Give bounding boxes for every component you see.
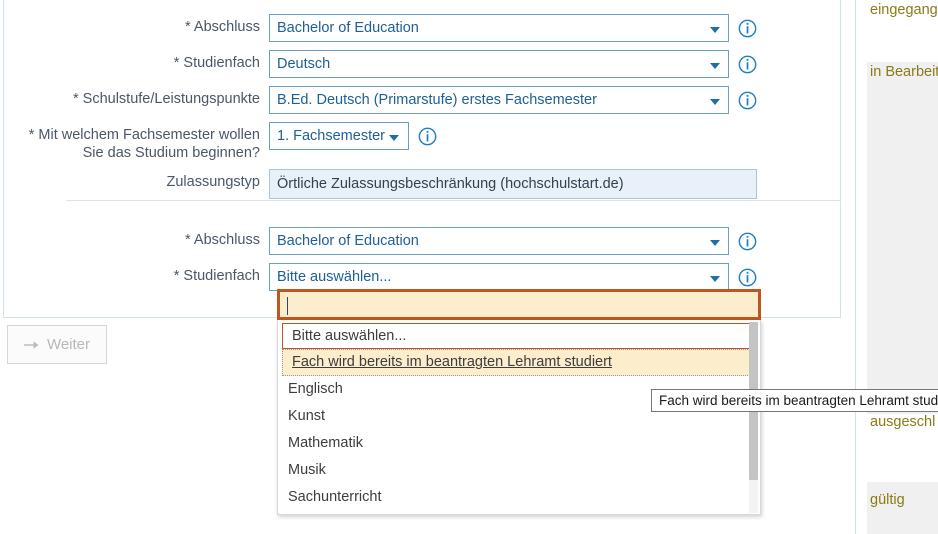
info-icon[interactable]	[418, 127, 437, 146]
study-program-form-panel: * Abschluss Bachelor of Education * Stud…	[3, 0, 841, 318]
select-studienfach-2-value: Bitte auswählen...	[277, 269, 392, 285]
label-fachsemester: * Mit welchem Fachsemester wollen Sie da…	[28, 127, 260, 161]
arrow-right-icon	[23, 340, 39, 349]
label-zulassungstyp: Zulassungstyp	[166, 174, 261, 190]
label-abschluss-2: * Abschluss	[185, 232, 260, 248]
section-divider	[66, 200, 841, 201]
status-legend-column: eingegang in Bearbeit ausgeschl gültig	[855, 0, 938, 534]
label-studienfach-2: * Studienfach	[173, 268, 260, 284]
select-schulstufe-value: B.Ed. Deutsch (Primarstufe) erstes Fachs…	[277, 92, 597, 108]
status-badge: eingegang	[870, 2, 938, 18]
form-row-fachsemester: * Mit welchem Fachsemester wollen Sie da…	[4, 122, 437, 162]
readonly-zulassungstyp: Örtliche Zulassungsbeschränkung (hochsch…	[269, 169, 757, 199]
status-badge: ausgeschl	[870, 414, 936, 430]
select-abschluss-2[interactable]: Bachelor of Education	[269, 227, 729, 255]
chevron-down-icon	[710, 276, 720, 282]
list-item[interactable]: Fach wird bereits im beantragten Lehramt…	[282, 349, 756, 376]
label-schulstufe: * Schulstufe/Leistungspunkte	[72, 91, 260, 107]
weiter-button-label: Weiter	[46, 336, 91, 353]
chevron-down-icon	[710, 27, 720, 33]
info-icon[interactable]	[738, 19, 757, 38]
select-abschluss-2-value: Bachelor of Education	[277, 233, 419, 249]
control-zulassungstyp: Örtliche Zulassungsbeschränkung (hochsch…	[269, 169, 757, 199]
form-row-studienfach-2: * Studienfach Bitte auswählen...	[4, 263, 757, 291]
weiter-button[interactable]: Weiter	[7, 325, 107, 364]
application-screen: * Abschluss Bachelor of Education * Stud…	[0, 0, 938, 534]
chevron-down-icon	[710, 63, 720, 69]
select-abschluss-1-value: Bachelor of Education	[277, 20, 419, 36]
info-icon[interactable]	[738, 91, 757, 110]
label-abschluss-1: * Abschluss	[185, 19, 260, 35]
select-fachsemester-value: 1. Fachsemester	[277, 128, 385, 144]
control-fachsemester: 1. Fachsemester	[269, 122, 437, 150]
select-abschluss-1[interactable]: Bachelor of Education	[269, 14, 729, 42]
list-item[interactable]: Mathematik	[278, 430, 760, 457]
control-studienfach-1: Deutsch	[269, 50, 757, 78]
chevron-down-icon	[389, 135, 399, 141]
list-item[interactable]: Sachunterricht	[278, 484, 760, 511]
form-row-zulassungstyp: Zulassungstyp Örtliche Zulassungsbeschrä…	[4, 169, 757, 199]
info-icon[interactable]	[738, 55, 757, 74]
combobox-scrollbar[interactable]	[749, 322, 758, 513]
form-row-abschluss-2: * Abschluss Bachelor of Education	[4, 227, 757, 255]
status-badge: gültig	[870, 492, 905, 508]
list-item[interactable]: Musik	[278, 457, 760, 484]
form-row-schulstufe: * Schulstufe/Leistungspunkte B.Ed. Deuts…	[4, 86, 757, 114]
status-shade-block-1	[867, 62, 938, 414]
form-row-abschluss-1: * Abschluss Bachelor of Education	[4, 14, 757, 42]
combobox-option-list[interactable]: Bitte auswählen... Fach wird bereits im …	[277, 320, 761, 515]
combobox-search-input[interactable]	[277, 289, 761, 320]
chevron-down-icon	[710, 99, 720, 105]
select-fachsemester[interactable]: 1. Fachsemester	[269, 122, 409, 150]
label-studienfach-1: * Studienfach	[173, 55, 260, 71]
info-icon[interactable]	[738, 268, 757, 287]
control-schulstufe: B.Ed. Deutsch (Primarstufe) erstes Fachs…	[269, 86, 757, 114]
status-badge: in Bearbeit	[870, 64, 938, 80]
select-studienfach-1-value: Deutsch	[277, 56, 331, 72]
option-tooltip: Fach wird bereits im beantragten Lehramt…	[651, 389, 938, 412]
chevron-down-icon	[710, 240, 720, 246]
list-item[interactable]: Bitte auswählen...	[282, 323, 756, 349]
status-shade-block-2	[867, 482, 938, 534]
control-studienfach-2: Bitte auswählen...	[269, 263, 757, 291]
select-schulstufe[interactable]: B.Ed. Deutsch (Primarstufe) erstes Fachs…	[269, 86, 729, 114]
control-abschluss-1: Bachelor of Education	[269, 14, 757, 42]
select-studienfach-1[interactable]: Deutsch	[269, 50, 729, 78]
info-icon[interactable]	[738, 232, 757, 251]
text-cursor	[287, 297, 288, 315]
control-abschluss-2: Bachelor of Education	[269, 227, 757, 255]
form-row-studienfach-1: * Studienfach Deutsch	[4, 50, 757, 78]
select-studienfach-2[interactable]: Bitte auswählen...	[269, 263, 729, 291]
